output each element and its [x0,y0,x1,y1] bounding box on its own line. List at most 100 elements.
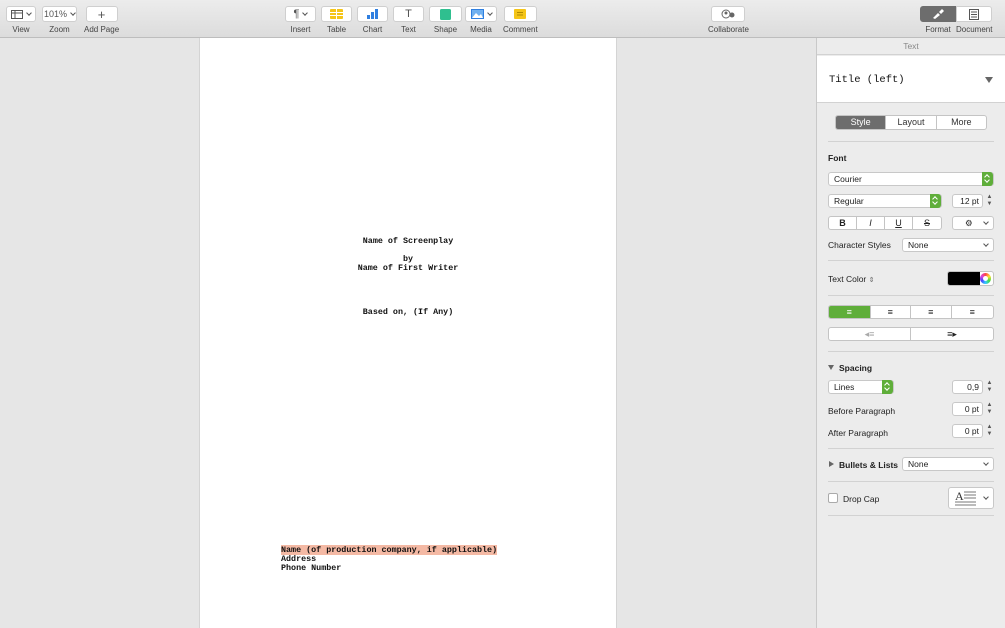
align-right-button[interactable]: ≡ [911,306,952,318]
line-spacing-stepper[interactable]: ▲ ▼ [986,380,993,394]
shape-control[interactable]: Shape [429,6,462,34]
chevron-down-icon [983,494,989,500]
justify-icon: ≡ [969,307,975,317]
collaborate-icon [721,9,735,19]
table-button[interactable] [321,6,352,22]
inspector-switch: Format Document [920,6,992,34]
indent-buttons: ◂≡ ≡▸ [828,327,994,341]
collaborate-control[interactable]: Collaborate [708,6,749,34]
document-button[interactable] [956,6,992,22]
advanced-options-button[interactable]: ⚙ [952,216,994,230]
phone-line[interactable]: Phone Number [281,563,341,573]
text-button[interactable]: T [393,6,424,22]
shape-label: Shape [433,25,458,34]
shape-button[interactable] [429,6,462,22]
drop-cap-icon: A [955,489,976,506]
font-size-field[interactable]: 12 pt [952,194,983,208]
tab-style[interactable]: Style [836,116,887,129]
align-center-button[interactable]: ≡ [871,306,912,318]
divider [828,351,994,352]
bold-button[interactable]: B [829,217,857,229]
bullets-lists-popup[interactable]: None [902,457,994,471]
screenplay-title[interactable]: Name of Screenplay [200,236,616,246]
comment-label: Comment [503,25,538,34]
table-control[interactable]: Table [321,6,352,34]
chart-icon [367,9,378,19]
typeface-popup[interactable]: Regular [828,194,942,208]
drop-cap-label: Drop Cap [843,494,880,504]
triangle-down-icon[interactable] [985,77,993,83]
spacing-mode-popup[interactable]: Lines [828,380,894,394]
justify-button[interactable]: ≡ [952,306,993,318]
media-control[interactable]: Media [465,6,497,34]
view-control[interactable]: View [6,6,36,34]
chevron-down-icon [983,219,989,225]
tab-layout[interactable]: Layout [886,116,937,129]
zoom-control[interactable]: 101% Zoom [42,6,77,34]
text-color-well[interactable] [947,271,994,286]
insert-button[interactable]: ¶ [285,6,316,22]
align-left-button[interactable]: ≡ [829,306,871,318]
format-button[interactable] [920,6,956,22]
inspector-tabs: Style Layout More [835,115,987,130]
popup-arrows-icon [982,172,993,186]
outdent-icon: ◂≡ [864,329,875,339]
underline-button[interactable]: U [885,217,913,229]
drop-cap-style-popup[interactable]: A [948,487,994,509]
view-label: View [12,25,30,34]
image-icon [470,9,484,19]
disclosure-closed-icon[interactable] [829,461,834,467]
text-color-swatch[interactable] [948,272,980,285]
updown-icon[interactable]: ⇕ [869,277,875,284]
gear-icon: ⚙ [965,218,973,228]
comment-icon [514,9,527,19]
font-family-popup[interactable]: Courier [828,172,994,186]
color-wheel-icon[interactable] [980,273,991,284]
divider [828,481,994,482]
document-page[interactable]: Name of Screenplay by Name of First Writ… [199,38,617,628]
indent-icon: ≡▸ [947,329,957,339]
spacing-section-label[interactable]: Spacing [839,363,872,373]
document-canvas[interactable]: Name of Screenplay by Name of First Writ… [0,38,816,628]
chevron-down-icon [983,241,989,247]
italic-button[interactable]: I [857,217,885,229]
decrease-indent-button[interactable]: ◂≡ [829,328,911,340]
disclosure-open-icon[interactable] [828,365,834,370]
font-family-value: Courier [834,174,862,184]
add-page-control[interactable]: + Add Page [84,6,119,34]
chart-control[interactable]: Chart [357,6,388,34]
based-on[interactable]: Based on, (If Any) [200,307,616,317]
drop-cap-checkbox[interactable] [828,493,838,503]
zoom-button[interactable]: 101% [42,6,77,22]
after-paragraph-stepper[interactable]: ▲ ▼ [986,424,993,438]
format-brush-icon [933,9,944,19]
font-size-stepper[interactable]: ▲ ▼ [986,194,993,208]
media-label: Media [470,25,492,34]
comment-button[interactable] [503,6,537,22]
tab-more[interactable]: More [937,116,986,129]
bullets-lists-label[interactable]: Bullets & Lists [839,460,898,470]
chart-button[interactable] [357,6,388,22]
paragraph-style-picker[interactable]: Title (left) [817,56,1005,103]
view-button[interactable] [6,6,36,22]
writer-name[interactable]: Name of First Writer [200,263,616,273]
text-control[interactable]: T Text [393,6,424,34]
add-page-button[interactable]: + [85,6,118,22]
chevron-down-icon [486,9,493,16]
divider [828,260,994,261]
comment-control[interactable]: Comment [503,6,538,34]
character-styles-popup[interactable]: None [902,238,994,252]
before-paragraph-stepper[interactable]: ▲ ▼ [986,402,993,416]
strikethrough-button[interactable]: S [913,217,941,229]
collaborate-button[interactable] [711,6,746,22]
document-label: Document [956,25,993,34]
chevron-down-icon [302,9,309,16]
text-color-label-text: Text Color [828,274,867,284]
line-spacing-field[interactable]: 0,9 [952,380,983,394]
after-paragraph-field[interactable]: 0 pt [952,424,983,438]
media-button[interactable] [465,6,497,22]
divider [828,141,994,142]
insert-control[interactable]: ¶ Insert [285,6,316,34]
increase-indent-button[interactable]: ≡▸ [911,328,993,340]
before-paragraph-field[interactable]: 0 pt [952,402,983,416]
